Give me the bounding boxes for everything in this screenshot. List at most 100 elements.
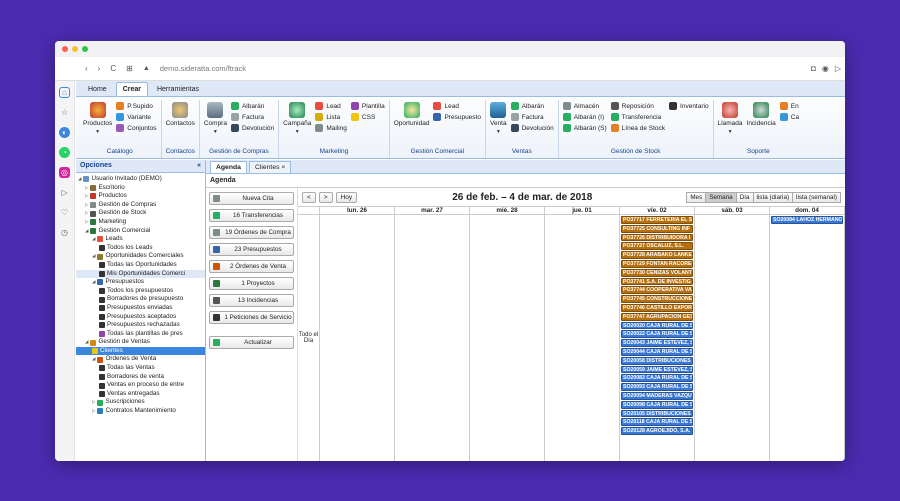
tree-item[interactable]: Todos los Leads	[76, 244, 205, 253]
day-column[interactable]: vie. 02 PO37717 FERRETERIA EL ST PO37725 C…	[620, 207, 695, 461]
tree-item[interactable]: Todos los presupuestos	[76, 287, 205, 296]
calendar-event[interactable]: PO37730 CENIZAS VOLANTI	[621, 268, 693, 277]
heart-icon[interactable]: ♡	[59, 207, 70, 218]
campana-button[interactable]: Campaña ▼	[283, 100, 311, 148]
tree-item[interactable]: Todas las plantillas de pres	[76, 330, 205, 339]
linea-stock-button[interactable]: Línea de Stock	[610, 124, 665, 132]
calendar-event[interactable]: PO37745 CONSTRUCCIONE	[621, 295, 693, 303]
tab-crear[interactable]: Crear	[115, 82, 148, 96]
psupido-button[interactable]: P.Supido	[116, 102, 156, 110]
tree-item[interactable]: ▷ Suscripciones	[76, 398, 205, 407]
expander-icon[interactable]: ◢	[85, 227, 88, 236]
lead-mk-button[interactable]: Lead	[315, 102, 347, 110]
productos-button[interactable]: Productos ▼	[83, 100, 112, 148]
day-column[interactable]: dom. 04 SO20084 LAHOZ HERMANOS	[770, 207, 845, 461]
calendar-event[interactable]: SO20083 CAJA RURAL DE S	[621, 374, 693, 383]
agenda-action-button[interactable]: 23 Presupuestos	[209, 243, 294, 256]
reposicion-button[interactable]: Reposición	[610, 102, 665, 110]
send-icon[interactable]: ▷	[59, 187, 70, 198]
calendar-event[interactable]: PO37741 S.A. DE INVESTIG	[621, 277, 693, 286]
css-button[interactable]: CSS	[350, 113, 385, 121]
albaran-i-button[interactable]: Albarán (I)	[562, 113, 607, 121]
tree-item[interactable]: Todas las Ventas	[76, 364, 205, 373]
tree-item[interactable]: Ventas entregadas	[76, 390, 205, 399]
tree-item[interactable]: ▷ Contratos Mantenimiento	[76, 407, 205, 416]
calendar-event[interactable]: PO37725 CONSULTING INF	[621, 224, 693, 233]
devolucion-venta-button[interactable]: Devolución	[510, 124, 554, 132]
tree-item[interactable]: Clientes	[76, 346, 205, 356]
lista-button[interactable]: Lista	[315, 113, 347, 121]
contactos-button[interactable]: Contactos	[166, 100, 195, 148]
back-icon[interactable]: ‹	[85, 64, 88, 73]
expander-icon[interactable]: ◢	[92, 252, 95, 261]
agenda-action-button[interactable]: 1 Proyectos	[209, 277, 294, 290]
expander-icon[interactable]: ▷	[92, 407, 95, 416]
expander-icon[interactable]: ▷	[85, 209, 88, 218]
tab-grid-icon[interactable]: ⊞	[126, 64, 133, 73]
next-button[interactable]: >	[318, 191, 333, 203]
llamada-button[interactable]: Llamada ▼	[718, 100, 743, 148]
expander-icon[interactable]: ▷	[92, 398, 95, 407]
messenger-icon[interactable]: ◐	[59, 127, 70, 138]
devolucion-compra-button[interactable]: Devolución	[230, 124, 274, 132]
view-button[interactable]: Día	[735, 191, 754, 203]
reload-icon[interactable]: C	[110, 64, 116, 73]
agenda-action-button[interactable]: 13 Incidencias	[209, 294, 294, 307]
tree-item[interactable]: ◢ Usuario Invitado (DEMO)	[76, 175, 205, 184]
calendar-event[interactable]: PO37746 CASTILLO EXPORT	[621, 303, 693, 312]
calendar-event[interactable]: SO20022 CAJA RURAL DE S	[621, 330, 693, 339]
calendar-event[interactable]: PO37727 OSCALUZ, S.L.	[621, 242, 693, 251]
soporte-extra-1-button[interactable]: En	[779, 102, 799, 110]
browser-extension-icon[interactable]: ◉	[822, 64, 829, 73]
tree-item[interactable]: Presupuestos enviadas	[76, 304, 205, 313]
minimize-window-button[interactable]	[72, 46, 78, 52]
view-button[interactable]: Semana	[705, 191, 737, 203]
day-column[interactable]: jue. 01	[545, 207, 620, 461]
tree-item[interactable]: ◢ Gestión de Ventas	[76, 338, 205, 347]
tree-item[interactable]: ◢ Gestión Comercial	[76, 227, 205, 236]
tree-item[interactable]: ◢ Presupuestos	[76, 278, 205, 287]
day-column[interactable]: mar. 27	[395, 207, 470, 461]
calendar-event[interactable]: SO20084 LAHOZ HERMANOS	[771, 216, 843, 224]
browser-extension-icon[interactable]: ◘	[811, 64, 816, 73]
calendar-event[interactable]: PO37729 FONTAN RACORER	[621, 259, 693, 268]
calendar-event[interactable]: SO20128 AGROEJIDO, S.A.	[621, 427, 693, 435]
incidencia-button[interactable]: Incidencia	[747, 100, 776, 148]
tab-clientes[interactable]: Clientes ×	[248, 161, 292, 173]
day-column[interactable]: sáb. 03	[695, 207, 770, 461]
expander-icon[interactable]: ▷	[85, 201, 88, 210]
clock-icon[interactable]: ◷	[59, 227, 70, 238]
expander-icon[interactable]: ◢	[92, 235, 95, 244]
close-window-button[interactable]	[62, 46, 68, 52]
venta-button[interactable]: Venta ▼	[490, 100, 507, 148]
tree-item[interactable]: Ventas en proceso de entre	[76, 381, 205, 390]
tree-item[interactable]: ▷ Gestión de Stock	[76, 209, 205, 218]
maximize-window-button[interactable]	[82, 46, 88, 52]
tree-item[interactable]: ▷ Productos	[76, 192, 205, 201]
browser-extension-icon[interactable]: ▷	[835, 64, 841, 73]
tree-item[interactable]: ◢ Leads	[76, 235, 205, 244]
calendar-event[interactable]: SO20058 DISTRIBUCIONES	[621, 356, 693, 365]
calendar-event[interactable]: PO37747 AGRUPACION GES	[621, 312, 693, 321]
calendar-event[interactable]: SO20059 JAIME ESTEVEZ, S	[621, 365, 693, 374]
expander-icon[interactable]: ◢	[78, 175, 81, 184]
agenda-action-button[interactable]: 2 Órdenes de Venta	[209, 260, 294, 273]
instagram-icon[interactable]: ◎	[59, 167, 70, 178]
calendar-event[interactable]: PO37717 FERRETERIA EL ST	[621, 216, 693, 224]
expander-icon[interactable]: ▷	[85, 184, 88, 193]
plantilla-button[interactable]: Plantilla	[350, 102, 385, 110]
soporte-extra-2-button[interactable]: Ca	[779, 113, 799, 121]
url-field[interactable]: demo.sideratta.com/ftrack	[160, 64, 246, 73]
tree-item[interactable]: Todas las Oportunidades	[76, 261, 205, 270]
conjuntos-button[interactable]: Conjuntos	[116, 124, 157, 132]
tab-herramientas[interactable]: Herramientas	[150, 82, 206, 96]
agenda-action-button[interactable]: Nueva Cita	[209, 192, 294, 205]
day-column[interactable]: mié. 28	[470, 207, 545, 461]
agenda-action-button[interactable]: 16 Transferencias	[209, 209, 294, 222]
tree-item[interactable]: Mis Oportunidades Comerci	[76, 269, 205, 279]
tree-item[interactable]: Presupuestos rechazadas	[76, 321, 205, 330]
tree-item[interactable]: ▷ Gestión de Compras	[76, 201, 205, 210]
day-column[interactable]: lun. 26	[320, 207, 395, 461]
lead-com-button[interactable]: Lead	[433, 102, 481, 110]
calendar-event[interactable]: SO20043 JAIME ESTEVEZ, S	[621, 339, 693, 347]
